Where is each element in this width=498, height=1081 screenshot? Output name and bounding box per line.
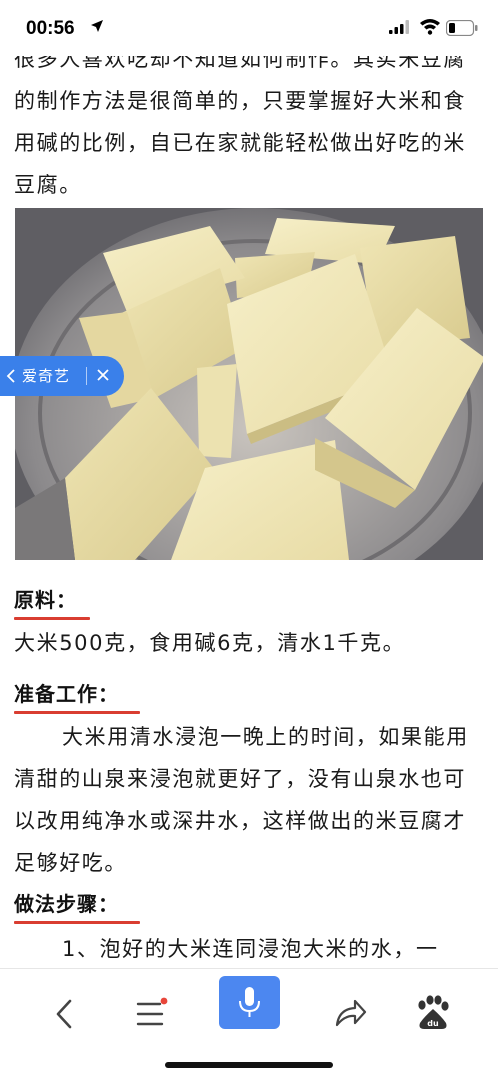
prep-underline	[14, 711, 140, 714]
back-icon[interactable]	[34, 987, 94, 1041]
steps-heading-text: 做法步骤：	[14, 892, 119, 916]
voice-search-button[interactable]	[219, 976, 280, 1029]
ingredients-heading-text: 原料：	[14, 588, 77, 612]
prep-text: 大米用清水浸泡一晚上的时间，如果能用清甜的山泉来浸泡就更好了，没有山泉水也可以改…	[14, 725, 469, 875]
steps-heading: 做法步骤：	[14, 888, 140, 924]
mic-icon	[239, 987, 260, 1017]
back-to-app-label[interactable]: 爱奇艺	[22, 365, 70, 386]
status-bar: 00:56	[0, 0, 498, 56]
ingredients-text: 大米500克，食用碱6克，清水1千克。	[14, 631, 406, 655]
chevron-left-icon	[6, 369, 15, 383]
ingredients-heading: 原料：	[14, 584, 90, 620]
menu-badge	[160, 997, 168, 1005]
step1-text: 1、泡好的大米连同浸泡大米的水，一	[62, 937, 439, 961]
article-content: 很多人喜欢吃却不知道如何制作。其实米豆腐的制作方法是很简单的，只要掌握好大米和食…	[0, 0, 498, 968]
back-to-app-pill[interactable]: 爱奇艺	[0, 356, 124, 396]
prep-heading-text: 准备工作：	[14, 682, 119, 706]
baidu-paw-icon[interactable]: du	[402, 987, 462, 1041]
status-time: 00:56	[26, 18, 75, 39]
pill-divider	[86, 367, 87, 385]
battery-icon	[446, 20, 478, 36]
wifi-icon	[420, 19, 440, 35]
share-icon[interactable]	[319, 987, 379, 1041]
signal-icon	[389, 20, 409, 34]
ingredients-underline	[14, 617, 90, 620]
prep-heading: 准备工作：	[14, 678, 140, 714]
menu-icon[interactable]	[120, 987, 180, 1041]
steps-underline	[14, 921, 140, 924]
close-icon[interactable]	[96, 368, 110, 382]
location-arrow-icon	[91, 20, 103, 32]
svg-text:du: du	[427, 1019, 439, 1028]
home-indicator[interactable]	[165, 1062, 333, 1068]
intro-paragraph: 很多人喜欢吃却不知道如何制作。其实米豆腐的制作方法是很简单的，只要掌握好大米和食…	[14, 47, 466, 197]
